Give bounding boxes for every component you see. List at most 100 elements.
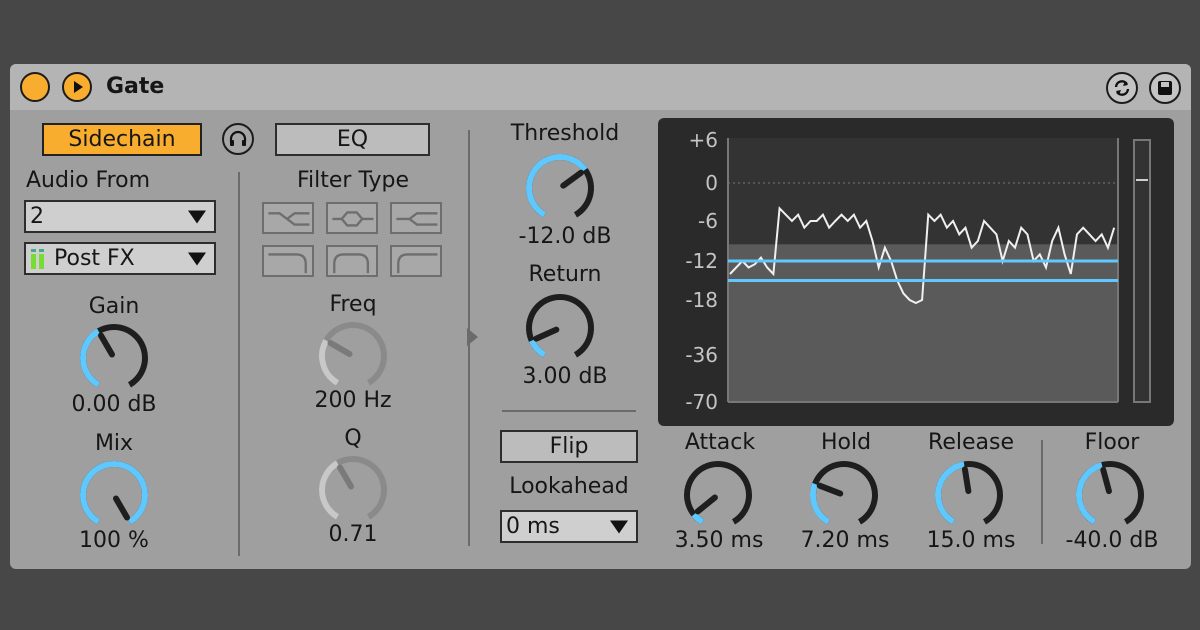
gain-reduction-display[interactable]: +6 0 -6 -12 -18 -36 -70 bbox=[658, 118, 1174, 426]
knob-pointer bbox=[337, 464, 354, 490]
device-title-bar bbox=[10, 64, 1191, 110]
audio-tap-select[interactable]: Post FX bbox=[24, 242, 216, 275]
freq-knob[interactable] bbox=[313, 316, 393, 396]
audio-from-value: 2 bbox=[30, 204, 44, 229]
knob-value-arc bbox=[1076, 462, 1103, 525]
threshold-value[interactable]: -12.0 dB bbox=[490, 224, 640, 249]
db-tick-label: 0 bbox=[705, 171, 718, 195]
mix-label: Mix bbox=[94, 431, 134, 456]
lookahead-select[interactable]: 0 ms bbox=[500, 510, 638, 543]
audio-from-label: Audio From bbox=[26, 168, 151, 193]
knob-value-arc bbox=[691, 512, 705, 525]
gate-floor-region bbox=[728, 244, 1118, 402]
envelope-graph[interactable]: +6 0 -6 -12 -18 -36 -70 bbox=[658, 118, 1174, 426]
filter-type-highpass[interactable] bbox=[390, 245, 442, 277]
return-knob[interactable] bbox=[520, 288, 600, 368]
filter-type-peak[interactable] bbox=[326, 202, 378, 234]
play-button[interactable] bbox=[62, 72, 92, 102]
filter-type-lowpass[interactable] bbox=[262, 245, 314, 277]
sidechain-eq-toggle[interactable]: EQ bbox=[275, 123, 430, 156]
hold-knob[interactable] bbox=[804, 455, 884, 535]
knob-pointer bbox=[816, 482, 844, 497]
db-tick-label: -6 bbox=[698, 209, 718, 233]
release-knob[interactable] bbox=[929, 455, 1009, 535]
bandpass-round-filter-icon bbox=[333, 253, 370, 274]
db-tick-label: +6 bbox=[689, 128, 718, 152]
filter-type-bandpass-round[interactable] bbox=[326, 245, 378, 277]
db-tick-label: -18 bbox=[685, 288, 718, 312]
sidechain-collapse-icon[interactable] bbox=[467, 328, 478, 346]
hot-swap-button[interactable] bbox=[1106, 72, 1138, 104]
audio-from-select[interactable]: 2 bbox=[24, 200, 216, 233]
knob-value-arc bbox=[528, 339, 547, 358]
q-label: Q bbox=[344, 426, 362, 451]
hot-swap-icon bbox=[1114, 80, 1130, 96]
bandpass-filter-icon bbox=[268, 212, 310, 226]
sidechain-toggle[interactable]: Sidechain bbox=[42, 123, 202, 156]
peak-filter-icon bbox=[332, 211, 374, 227]
chevron-down-icon bbox=[188, 210, 206, 223]
play-icon bbox=[74, 81, 83, 93]
save-icon bbox=[1158, 81, 1172, 95]
knob-pointer bbox=[113, 495, 130, 521]
device-activator-button[interactable] bbox=[20, 72, 50, 102]
gain-value[interactable]: 0.00 dB bbox=[49, 392, 179, 417]
knob-pointer bbox=[98, 332, 115, 358]
release-value[interactable]: 15.0 ms bbox=[906, 528, 1036, 553]
attack-value[interactable]: 3.50 ms bbox=[654, 528, 784, 553]
filter-type-label: Filter Type bbox=[296, 168, 409, 193]
floor-knob[interactable] bbox=[1070, 455, 1150, 535]
db-tick-label: -70 bbox=[685, 390, 718, 414]
knob-value-arc bbox=[80, 461, 148, 525]
freq-value[interactable]: 200 Hz bbox=[288, 388, 418, 413]
knob-pointer bbox=[327, 340, 353, 357]
floor-value[interactable]: -40.0 dB bbox=[1047, 528, 1177, 553]
section-divider bbox=[502, 410, 636, 412]
q-value[interactable]: 0.71 bbox=[288, 522, 418, 547]
filter-type-notch[interactable] bbox=[390, 202, 442, 234]
knob-pointer bbox=[694, 494, 718, 515]
freq-label: Freq bbox=[329, 292, 377, 317]
attack-label: Attack bbox=[684, 430, 756, 455]
audio-tap-value: Post FX bbox=[54, 246, 135, 271]
gate-device: Gate Sidechain EQ Audio From 2 Post FX G… bbox=[10, 64, 1191, 569]
attack-knob[interactable] bbox=[678, 455, 758, 535]
headphones-icon bbox=[229, 130, 247, 146]
section-divider bbox=[238, 172, 240, 556]
section-divider bbox=[1041, 440, 1043, 544]
knob-value-arc bbox=[935, 461, 965, 525]
knob-value-arc bbox=[80, 328, 101, 388]
gain-knob[interactable] bbox=[74, 318, 154, 398]
lookahead-value: 0 ms bbox=[506, 514, 560, 539]
save-preset-button[interactable] bbox=[1149, 72, 1181, 104]
sidechain-listen-button[interactable] bbox=[222, 123, 254, 155]
mix-value[interactable]: 100 % bbox=[49, 528, 179, 553]
knob-pointer bbox=[961, 466, 972, 495]
threshold-label: Threshold bbox=[510, 121, 620, 146]
highpass-filter-icon bbox=[397, 253, 438, 274]
threshold-knob[interactable] bbox=[520, 148, 600, 228]
db-tick-label: -12 bbox=[685, 249, 718, 273]
return-label: Return bbox=[528, 262, 602, 287]
filter-type-bandpass[interactable] bbox=[262, 202, 314, 234]
notch-filter-icon bbox=[396, 212, 438, 226]
level-meter-icon bbox=[31, 248, 44, 269]
chevron-down-icon bbox=[188, 252, 206, 265]
q-knob[interactable] bbox=[313, 450, 393, 530]
knob-pointer bbox=[560, 169, 585, 189]
flip-toggle[interactable]: Flip bbox=[500, 430, 638, 463]
gain-label: Gain bbox=[88, 294, 140, 319]
db-tick-label: -36 bbox=[685, 343, 718, 367]
hold-value[interactable]: 7.20 ms bbox=[780, 528, 910, 553]
knob-pointer bbox=[533, 326, 560, 342]
chevron-down-icon bbox=[610, 520, 628, 533]
knob-pointer bbox=[1100, 466, 1112, 495]
device-title: Gate bbox=[106, 74, 165, 99]
hold-label: Hold bbox=[820, 430, 872, 455]
mix-knob[interactable] bbox=[74, 455, 154, 535]
knob-value-arc bbox=[319, 460, 340, 520]
knob-value-arc bbox=[526, 154, 588, 218]
lowpass-filter-icon bbox=[268, 253, 307, 274]
return-value[interactable]: 3.00 dB bbox=[490, 364, 640, 389]
floor-label: Floor bbox=[1084, 430, 1140, 455]
